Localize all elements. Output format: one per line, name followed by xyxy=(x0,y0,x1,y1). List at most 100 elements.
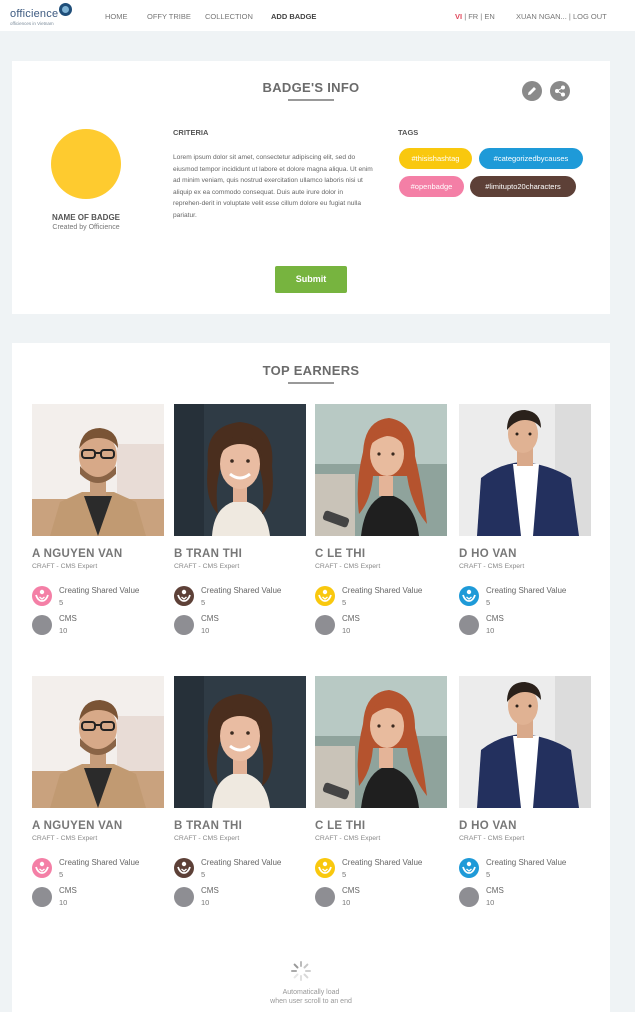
tags-label: TAGS xyxy=(398,128,419,137)
auto-load-line1: Automatically load xyxy=(282,989,340,996)
nav-add-badge[interactable]: ADD BADGE xyxy=(271,12,316,21)
earner-photo[interactable] xyxy=(315,404,447,536)
nav-collection[interactable]: COLLECTION xyxy=(205,12,253,21)
earner-role: CRAFT - CMS Expert xyxy=(315,835,381,842)
cms-badge-icon xyxy=(315,615,335,635)
earner-name[interactable]: A NGUYEN VAN xyxy=(32,820,123,832)
title-underline xyxy=(288,382,334,384)
shared-value-icon xyxy=(315,858,335,878)
submit-button[interactable]: Submit xyxy=(275,266,347,293)
earner-name[interactable]: D HO VAN xyxy=(459,820,517,832)
earner-photo[interactable] xyxy=(459,676,591,808)
earner-role: CRAFT - CMS Expert xyxy=(32,835,98,842)
user-menu[interactable]: XUAN NGAN... | LOG OUT xyxy=(516,12,607,21)
badge-info-title: BADGE'S INFO xyxy=(12,80,610,101)
top-earners-heading: TOP EARNERS xyxy=(262,363,360,378)
lang-vi[interactable]: VI xyxy=(455,12,462,21)
shared-value-icon xyxy=(459,586,479,606)
cms-badge-icon xyxy=(32,887,52,907)
share-icon[interactable] xyxy=(550,81,570,101)
top-nav: officience officiences in Vietnam HOME O… xyxy=(0,0,635,31)
achievement-count: 5 xyxy=(342,598,347,607)
auto-load-line2: when user scroll to an end xyxy=(270,998,352,1005)
earner-role: CRAFT - CMS Expert xyxy=(459,835,525,842)
tag-chip[interactable]: #categorizedbycauses xyxy=(479,148,583,169)
achievement-count: 5 xyxy=(201,598,206,607)
achievement-count: 10 xyxy=(59,898,68,907)
tag-chip[interactable]: #limitupto20characters xyxy=(470,176,576,197)
title-underline xyxy=(288,99,334,101)
earner-card[interactable]: D HO VAN CRAFT - CMS Expert Creating Share… xyxy=(459,676,591,916)
cms-badge-icon xyxy=(174,615,194,635)
achievement-title: CMS xyxy=(342,886,360,895)
earner-name[interactable]: C LE THI xyxy=(315,820,365,832)
earner-role: CRAFT - CMS Expert xyxy=(315,563,381,570)
badge-info-heading: BADGE'S INFO xyxy=(262,80,360,95)
achievement-count: 5 xyxy=(59,870,64,879)
achievement-count: 10 xyxy=(201,898,210,907)
shared-value-icon xyxy=(174,858,194,878)
achievement-title: Creating Shared Value xyxy=(59,586,140,595)
achievement-count: 10 xyxy=(59,626,68,635)
earner-card[interactable]: C LE THI CRAFT - CMS Expert Creating Share… xyxy=(315,676,447,916)
earner-role: CRAFT - CMS Expert xyxy=(32,563,98,570)
achievement-title: Creating Shared Value xyxy=(342,586,423,595)
earner-photo[interactable] xyxy=(459,404,591,536)
earner-role: CRAFT - CMS Expert xyxy=(174,835,240,842)
tag-chip[interactable]: #thisishashtag xyxy=(399,148,472,169)
achievement-title: CMS xyxy=(201,886,219,895)
achievement-count: 10 xyxy=(486,898,495,907)
criteria-text: Lorem ipsum dolor sit amet, consectetur … xyxy=(173,154,373,219)
achievement-title: CMS xyxy=(486,614,504,623)
badge-creator: Created by Officience xyxy=(52,224,120,231)
earner-photo[interactable] xyxy=(32,404,164,536)
earner-photo[interactable] xyxy=(174,404,306,536)
achievement-count: 5 xyxy=(486,598,491,607)
earner-name[interactable]: A NGUYEN VAN xyxy=(32,548,123,560)
shared-value-icon xyxy=(459,858,479,878)
earner-card[interactable]: A NGUYEN VAN CRAFT - CMS Expert Creating S… xyxy=(32,404,164,644)
earner-name[interactable]: D HO VAN xyxy=(459,548,517,560)
nav-home[interactable]: HOME xyxy=(105,12,128,21)
earner-name[interactable]: B TRAN THI xyxy=(174,548,242,560)
globe-icon xyxy=(59,3,72,16)
loading-spinner-icon xyxy=(291,961,311,981)
language-switcher[interactable]: VI | FR | EN xyxy=(455,12,495,21)
earner-photo[interactable] xyxy=(315,676,447,808)
shared-value-icon xyxy=(315,586,335,606)
earner-card[interactable]: C LE THI CRAFT - CMS Expert Creating Share… xyxy=(315,404,447,644)
top-earners-title: TOP EARNERS xyxy=(12,363,610,384)
achievement-title: Creating Shared Value xyxy=(201,586,282,595)
earner-photo[interactable] xyxy=(32,676,164,808)
earner-name[interactable]: B TRAN THI xyxy=(174,820,242,832)
earner-card[interactable]: A NGUYEN VAN CRAFT - CMS Expert Creating S… xyxy=(32,676,164,916)
badge-name: NAME OF BADGE xyxy=(52,213,120,222)
tag-chip[interactable]: #openbadge xyxy=(399,176,464,197)
earner-card[interactable]: D HO VAN CRAFT - CMS Expert Creating Share… xyxy=(459,404,591,644)
achievement-count: 5 xyxy=(59,598,64,607)
shared-value-icon xyxy=(32,586,52,606)
officience-logo[interactable]: officience officiences in Vietnam xyxy=(10,3,72,26)
achievement-count: 10 xyxy=(201,626,210,635)
achievement-title: Creating Shared Value xyxy=(486,586,567,595)
pencil-icon[interactable] xyxy=(522,81,542,101)
cms-badge-icon xyxy=(459,887,479,907)
achievement-title: CMS xyxy=(59,886,77,895)
earner-role: CRAFT - CMS Expert xyxy=(174,563,240,570)
lang-others[interactable]: | FR | EN xyxy=(464,12,495,21)
achievement-title: CMS xyxy=(342,614,360,623)
logo-tagline: officiences in Vietnam xyxy=(10,21,54,26)
achievement-title: Creating Shared Value xyxy=(201,858,282,867)
cms-badge-icon xyxy=(459,615,479,635)
criteria-label: CRITERIA xyxy=(173,128,209,137)
achievement-count: 5 xyxy=(342,870,347,879)
earner-card[interactable]: B TRAN THI CRAFT - CMS Expert Creating Sha… xyxy=(174,676,306,916)
achievement-title: Creating Shared Value xyxy=(342,858,423,867)
badge-info-card: BADGE'S INFO NAME OF BADGE Created by Of… xyxy=(12,61,610,314)
earner-photo[interactable] xyxy=(174,676,306,808)
cms-badge-icon xyxy=(174,887,194,907)
earner-name[interactable]: C LE THI xyxy=(315,548,365,560)
achievement-title: CMS xyxy=(201,614,219,623)
earner-card[interactable]: B TRAN THI CRAFT - CMS Expert Creating Sha… xyxy=(174,404,306,644)
nav-offy-tribe[interactable]: OFFY TRIBE xyxy=(147,12,191,21)
